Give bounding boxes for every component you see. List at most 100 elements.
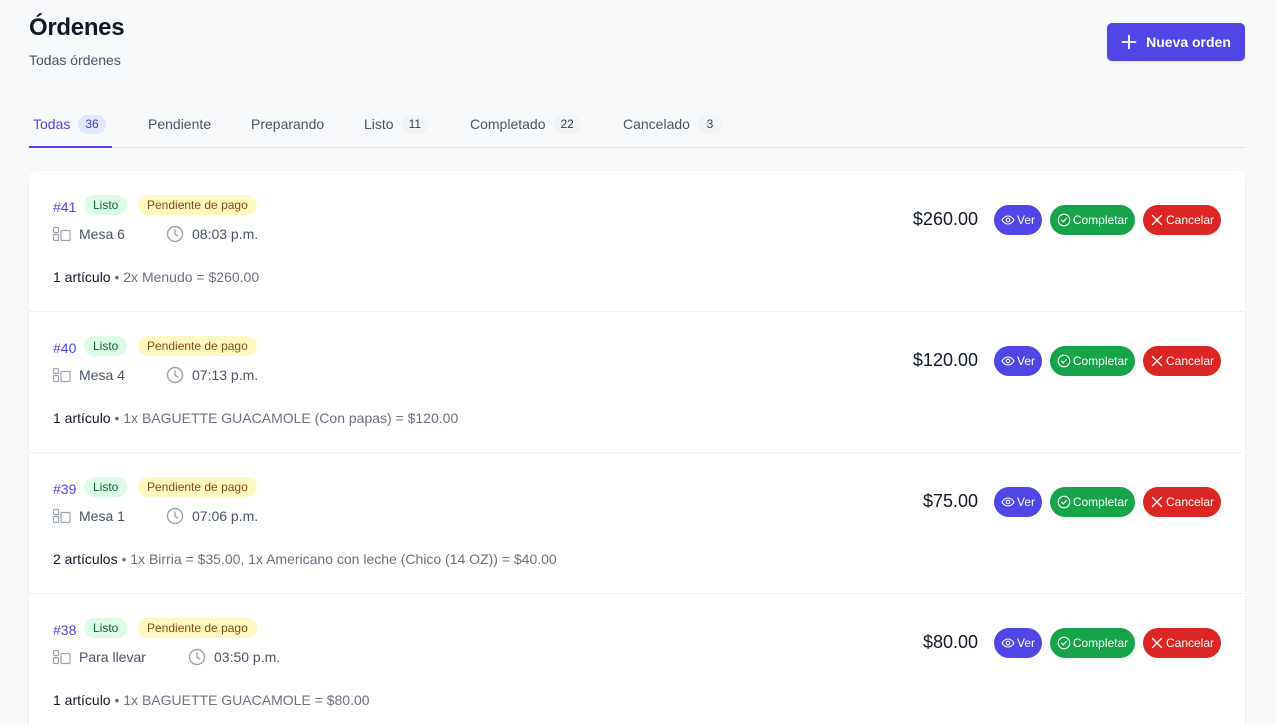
cancel-button[interactable]: Cancelar [1143, 346, 1221, 376]
complete-label: Completar [1072, 213, 1129, 227]
tab-label: Todas [33, 116, 71, 132]
eye-icon [1001, 354, 1015, 368]
payment-badge: Pendiente de pago [138, 618, 257, 638]
payment-badge: Pendiente de pago [138, 477, 257, 497]
order-card: #40 Listo Pendiente de pago Mesa 4 07:13… [29, 312, 1245, 453]
tab-count: 3 [697, 114, 722, 134]
payment-badge: Pendiente de pago [138, 336, 257, 356]
tab-label: Pendiente [148, 116, 212, 132]
check-circle-icon [1057, 636, 1071, 650]
close-icon [1150, 495, 1164, 509]
cancel-button[interactable]: Cancelar [1143, 205, 1221, 235]
order-id-link[interactable]: #41 [53, 199, 76, 215]
status-badge: Listo [84, 336, 128, 356]
status-badge: Listo [84, 195, 128, 215]
order-card: #39 Listo Pendiente de pago Mesa 1 07:06… [29, 453, 1245, 594]
tab-label: Completado [470, 116, 546, 132]
view-label: Ver [1017, 213, 1036, 227]
order-id-link[interactable]: #38 [53, 622, 76, 638]
order-items: 1 artículo • 1x BAGUETTE GUACAMOLE = $80… [53, 692, 370, 708]
status-badge: Listo [84, 477, 128, 497]
tab-label: Cancelado [623, 116, 690, 132]
order-total: $75.00 [922, 491, 978, 511]
order-items: 1 artículo • 2x Menudo = $260.00 [53, 269, 259, 285]
order-id-link[interactable]: #40 [53, 340, 76, 356]
view-button[interactable]: Ver [994, 628, 1042, 658]
order-time: 07:13 p.m. [166, 365, 258, 385]
time-label: 07:13 p.m. [192, 367, 259, 383]
table-icon [53, 508, 71, 524]
order-time: 08:03 p.m. [166, 224, 258, 244]
order-table: Para llevar [53, 647, 146, 667]
clock-icon [166, 366, 184, 384]
orders-list: #41 Listo Pendiente de pago Mesa 6 08:03… [29, 171, 1245, 725]
close-icon [1150, 213, 1164, 227]
tab-completado[interactable]: Completado 22 [466, 101, 585, 147]
page-header: Órdenes Todas órdenes [29, 14, 125, 68]
order-card: #38 Listo Pendiente de pago Para llevar … [29, 594, 1245, 725]
items-detail: • 2x Menudo = $260.00 [110, 269, 260, 285]
order-time: 03:50 p.m. [188, 647, 280, 667]
status-badge: Listo [84, 618, 128, 638]
eye-icon [1001, 636, 1015, 650]
page-subtitle: Todas órdenes [29, 52, 121, 68]
order-total: $120.00 [912, 350, 978, 370]
new-order-label: Nueva orden [1146, 34, 1231, 50]
order-id-link[interactable]: #39 [53, 481, 76, 497]
view-label: Ver [1017, 354, 1036, 368]
complete-button[interactable]: Completar [1050, 628, 1135, 658]
close-icon [1150, 636, 1164, 650]
cancel-label: Cancelar [1165, 354, 1215, 368]
complete-label: Completar [1072, 495, 1129, 509]
order-items: 2 artículos • 1x Birria = $35.00, 1x Ame… [53, 551, 557, 567]
order-status-tabs: Todas 36 Pendiente Preparando Listo 11 C… [29, 101, 1245, 148]
complete-button[interactable]: Completar [1050, 346, 1135, 376]
order-total: $260.00 [912, 209, 978, 229]
cancel-label: Cancelar [1165, 213, 1215, 227]
table-label: Para llevar [79, 649, 146, 665]
complete-button[interactable]: Completar [1050, 487, 1135, 517]
tab-todas[interactable]: Todas 36 [29, 101, 112, 148]
view-button[interactable]: Ver [994, 346, 1042, 376]
items-count: 1 artículo [53, 692, 111, 708]
items-count: 1 artículo [53, 410, 111, 426]
table-icon [53, 649, 71, 665]
complete-label: Completar [1072, 636, 1129, 650]
order-table: Mesa 1 [53, 506, 125, 526]
tab-pendiente[interactable]: Pendiente [144, 101, 215, 147]
cancel-button[interactable]: Cancelar [1143, 628, 1221, 658]
items-detail: • 1x BAGUETTE GUACAMOLE (Con papas) = $1… [110, 410, 459, 426]
time-label: 08:03 p.m. [192, 226, 259, 242]
order-time: 07:06 p.m. [166, 506, 258, 526]
table-label: Mesa 4 [79, 367, 125, 383]
cancel-label: Cancelar [1165, 636, 1215, 650]
items-detail: • 1x BAGUETTE GUACAMOLE = $80.00 [110, 692, 370, 708]
eye-icon [1001, 495, 1015, 509]
tab-listo[interactable]: Listo 11 [360, 101, 432, 147]
cancel-button[interactable]: Cancelar [1143, 487, 1221, 517]
table-icon [53, 367, 71, 383]
tab-count: 22 [553, 114, 581, 134]
time-label: 07:06 p.m. [192, 508, 259, 524]
order-table: Mesa 4 [53, 365, 125, 385]
tab-label: Listo [364, 116, 394, 132]
plus-icon [1121, 34, 1137, 50]
table-label: Mesa 6 [79, 226, 125, 242]
view-label: Ver [1017, 495, 1036, 509]
check-circle-icon [1057, 495, 1071, 509]
view-button[interactable]: Ver [994, 487, 1042, 517]
order-items: 1 artículo • 1x BAGUETTE GUACAMOLE (Con … [53, 410, 458, 426]
table-icon [53, 226, 71, 242]
table-label: Mesa 1 [79, 508, 125, 524]
order-table: Mesa 6 [53, 224, 125, 244]
new-order-button[interactable]: Nueva orden [1107, 23, 1245, 61]
view-button[interactable]: Ver [994, 205, 1042, 235]
cancel-label: Cancelar [1165, 495, 1215, 509]
clock-icon [188, 648, 206, 666]
complete-button[interactable]: Completar [1050, 205, 1135, 235]
complete-label: Completar [1072, 354, 1129, 368]
close-icon [1150, 354, 1164, 368]
view-label: Ver [1017, 636, 1036, 650]
tab-cancelado[interactable]: Cancelado 3 [619, 101, 726, 147]
tab-preparando[interactable]: Preparando [247, 101, 328, 147]
